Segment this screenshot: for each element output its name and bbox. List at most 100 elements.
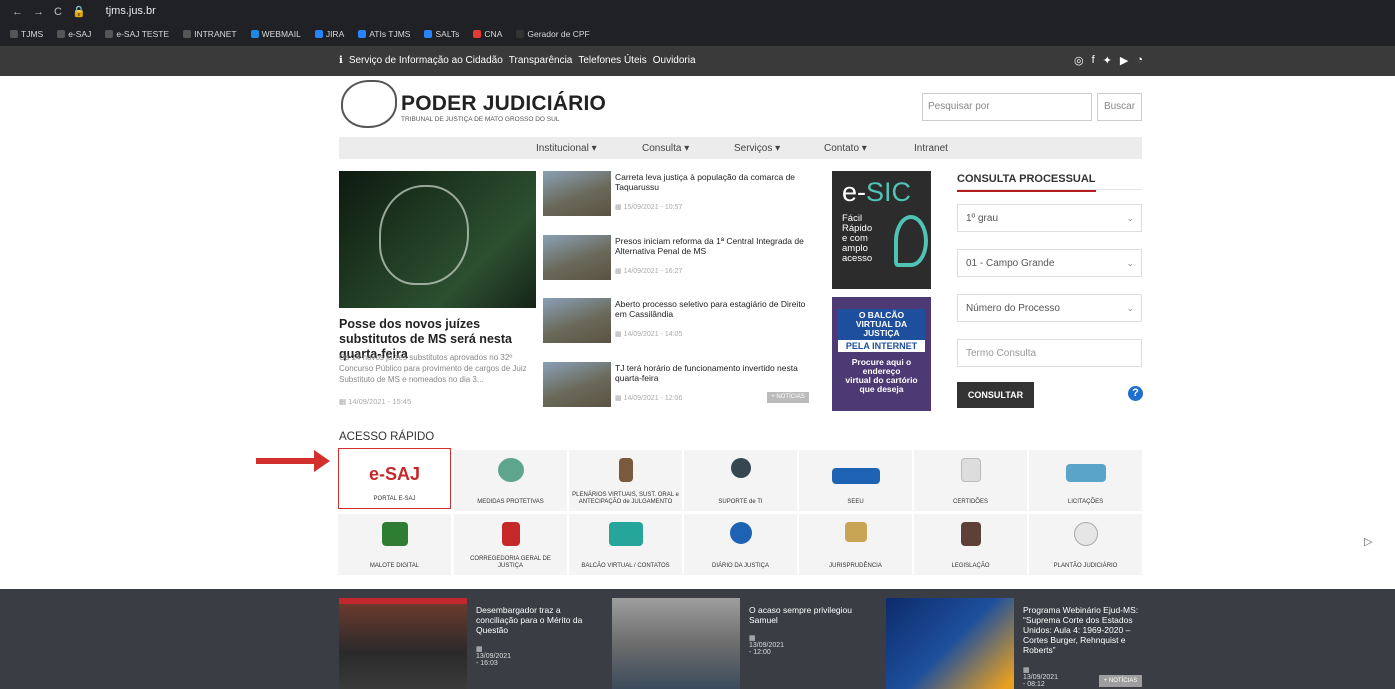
forward-icon[interactable]: →: [33, 6, 44, 18]
tile-diario-justica[interactable]: DIÁRIO DA JUSTIÇA: [684, 514, 797, 575]
search-button[interactable]: Buscar: [1097, 93, 1142, 121]
footer-news-image[interactable]: [339, 598, 467, 689]
esic-banner[interactable]: e-SIC Fácil Rápido e com amplo acesso: [832, 171, 931, 289]
footer-news-title[interactable]: O acaso sempre privilegiou Samuel: [749, 605, 869, 625]
news-title[interactable]: TJ terá horário de funcionamento inverti…: [615, 363, 815, 383]
news-title[interactable]: Carreta leva justiça à população da coma…: [615, 172, 815, 192]
news-date-text: 14/09/2021 - 12:06: [623, 395, 683, 402]
balcao-line2: PELA INTERNET: [838, 340, 925, 352]
top-link-sic[interactable]: Serviço de Informação ao Cidadão: [349, 55, 503, 66]
news-title[interactable]: Presos iniciam reforma da 1ª Central Int…: [615, 236, 815, 256]
bookmark-item[interactable]: Gerador de CPF: [516, 29, 590, 39]
lock-icon: 🔒: [71, 5, 86, 18]
top-link-ouvidoria[interactable]: Ouvidoria: [653, 55, 696, 66]
lectern-icon: [618, 458, 633, 482]
twitter-icon[interactable]: ✦: [1103, 54, 1112, 67]
news-thumbnail[interactable]: [543, 298, 611, 343]
grau-select[interactable]: 1º grau ⌄: [957, 204, 1142, 232]
feature-image[interactable]: [339, 171, 536, 308]
news-thumbnail[interactable]: [543, 362, 611, 407]
termo-input[interactable]: Termo Consulta: [957, 339, 1142, 367]
tile-label: SUPORTE de TI: [718, 499, 763, 505]
bookmark-favicon-icon: [250, 30, 259, 38]
facebook-icon[interactable]: f: [1092, 54, 1095, 67]
tile-jurisprudencia[interactable]: JURISPRUDÊNCIA: [799, 514, 912, 575]
top-link-transparencia[interactable]: Transparência: [509, 55, 573, 66]
news-item[interactable]: Aberto processo seletivo para estagiário…: [543, 298, 813, 348]
balcao-virtual-banner[interactable]: O BALCÃO VIRTUAL DA JUSTIÇA PELA INTERNE…: [832, 297, 931, 411]
footer-more-news-button[interactable]: + NOTÍCIAS: [1099, 675, 1142, 687]
tile-medidas-protetivas[interactable]: MEDIDAS PROTETIVAS: [454, 450, 567, 511]
footer-news-date: ▦ 13/09/2021 - 08:12: [1023, 666, 1058, 688]
news-item[interactable]: Carreta leva justiça à população da coma…: [543, 171, 813, 221]
footer-news-image[interactable]: [886, 598, 1014, 689]
more-news-button[interactable]: + NOTÍCIAS: [767, 392, 809, 403]
tile-corregedoria[interactable]: CORREGEDORIA GERAL DE JUSTIÇA: [454, 514, 567, 575]
help-icon[interactable]: ?: [1128, 386, 1143, 401]
news-date: ▦ 14/09/2021 - 14:05: [615, 330, 682, 338]
footer-news-title[interactable]: Desembargador traz a conciliação para o …: [476, 605, 596, 635]
reload-icon[interactable]: C: [54, 6, 62, 18]
instagram-icon[interactable]: ◎: [1074, 54, 1084, 67]
menu-consulta[interactable]: Consulta ▾: [642, 143, 689, 154]
bookmark-favicon-icon: [10, 30, 18, 38]
tile-label: CERTIDÕES: [953, 499, 988, 505]
footer-news-title[interactable]: Programa Webinário Ejud-MS: “Suprema Cor…: [1023, 605, 1143, 655]
bookmark-favicon-icon: [105, 30, 114, 38]
top-links-bar: ℹ Serviço de Informação ao Cidadão Trans…: [0, 46, 1395, 76]
menu-contato[interactable]: Contato ▾: [824, 143, 867, 154]
search-input[interactable]: Pesquisar por: [922, 93, 1092, 121]
bookmark-label: INTRANET: [194, 29, 237, 39]
top-link-telefones[interactable]: Telefones Úteis: [578, 55, 646, 66]
tipo-select[interactable]: Número do Processo ⌄: [957, 294, 1142, 322]
chevron-down-icon: ⌄: [1126, 303, 1134, 313]
tile-balcao-virtual[interactable]: BALCÃO VIRTUAL / CONTATOS: [569, 514, 682, 575]
footer-news-date-text: 13/09/2021 - 16:03: [476, 653, 512, 667]
tile-label: MEDIDAS PROTETIVAS: [477, 499, 544, 505]
tile-plenarios-virtuais[interactable]: PLENÁRIOS VIRTUAIS, SUST. ORAL e ANTECIP…: [569, 450, 682, 511]
bookmark-item[interactable]: WEBMAIL: [250, 29, 301, 39]
esaj-logo: e-SAJ: [368, 464, 421, 484]
info-icon: ℹ: [339, 55, 343, 66]
bookmark-item[interactable]: e-SAJ TESTE: [105, 29, 169, 39]
bookmark-item[interactable]: ATIs TJMS: [358, 29, 410, 39]
tile-portal-esaj[interactable]: e-SAJ PORTAL E-SAJ: [338, 448, 451, 509]
bookmark-item[interactable]: INTRANET: [183, 29, 237, 39]
tile-seeu[interactable]: SEEU: [799, 450, 912, 511]
tile-label: SEEU: [847, 499, 864, 505]
consultar-button[interactable]: CONSULTAR: [957, 382, 1034, 408]
menu-institucional[interactable]: Institucional ▾: [536, 143, 597, 154]
news-item[interactable]: Presos iniciam reforma da 1ª Central Int…: [543, 235, 813, 285]
at-symbol-icon: [497, 458, 524, 482]
site-title[interactable]: PODER JUDICIÁRIO: [401, 92, 606, 116]
bookmark-item[interactable]: TJMS: [10, 29, 43, 39]
tipo-value: Número do Processo: [966, 303, 1060, 314]
bookmark-item[interactable]: SALTs: [424, 29, 459, 39]
menu-intranet[interactable]: Intranet: [914, 143, 948, 154]
chevron-down-icon: ⌄: [1126, 213, 1134, 223]
news-title[interactable]: Aberto processo seletivo para estagiário…: [615, 299, 815, 319]
address-bar[interactable]: tjms.jus.br: [106, 5, 156, 17]
tile-certidoes[interactable]: CERTIDÕES: [914, 450, 1027, 511]
bookmark-item[interactable]: CNA: [473, 29, 502, 39]
back-icon[interactable]: ←: [12, 6, 23, 18]
tile-plantao-judiciario[interactable]: PLANTÃO JUDICIÁRIO: [1029, 514, 1142, 575]
tile-suporte-ti[interactable]: SUPORTE de TI: [684, 450, 797, 511]
comarca-select[interactable]: 01 - Campo Grande ⌄: [957, 249, 1142, 277]
tile-licitacoes[interactable]: LICITAÇÕES: [1029, 450, 1142, 511]
youtube-icon[interactable]: ▶: [1120, 54, 1128, 67]
news-item[interactable]: TJ terá horário de funcionamento inverti…: [543, 362, 813, 412]
court-emblem-icon[interactable]: [341, 80, 397, 128]
bookmark-item[interactable]: e-SAJ: [57, 29, 91, 39]
news-thumbnail[interactable]: [543, 235, 611, 280]
rss-icon[interactable]: ◔: [1136, 54, 1143, 67]
news-thumbnail[interactable]: [543, 171, 611, 216]
bookmark-item[interactable]: JIRA: [314, 29, 344, 39]
tile-legislacao[interactable]: LEGISLAÇÃO: [914, 514, 1027, 575]
footer-news-date-text: 13/09/2021 - 08:12: [1023, 674, 1059, 688]
tile-malote-digital[interactable]: MALOTE DIGITAL: [338, 514, 451, 575]
footer-news-image[interactable]: [612, 598, 740, 689]
menu-servicos[interactable]: Serviços ▾: [734, 143, 780, 154]
news-date: ▦ 14/09/2021 - 16:27: [615, 267, 682, 275]
feature-date: ▦ 14/09/2021 - 15:45: [339, 397, 411, 406]
